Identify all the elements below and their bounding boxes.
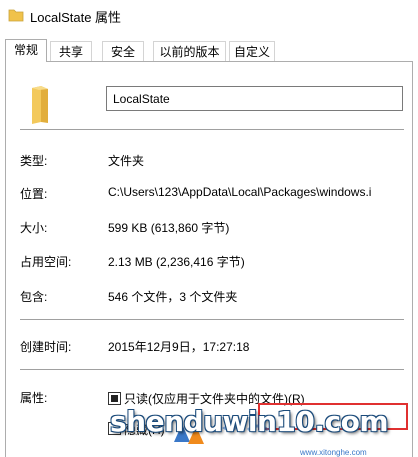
tab-general[interactable]: 常规 bbox=[5, 39, 47, 62]
location-label: 位置: bbox=[20, 187, 48, 201]
watermark-text: shenduwin10.com bbox=[110, 405, 389, 438]
location-value: C:\Users\123\AppData\Local\Packages\wind… bbox=[108, 185, 372, 199]
size-value: 599 KB (613,860 字节) bbox=[108, 221, 230, 235]
tab-previous-versions[interactable]: 以前的版本 bbox=[153, 41, 226, 61]
watermark-subtext: www.xitonghe.com bbox=[300, 448, 367, 457]
folder-icon bbox=[8, 9, 24, 22]
size-on-disk-value: 2.13 MB (2,236,416 字节) bbox=[108, 255, 245, 269]
size-on-disk-label: 占用空间: bbox=[20, 255, 72, 269]
contains-value: 546 个文件，3 个文件夹 bbox=[108, 290, 238, 304]
divider bbox=[20, 319, 404, 320]
contains-label: 包含: bbox=[20, 290, 48, 304]
title-bar[interactable]: LocalState 属性 bbox=[0, 0, 418, 32]
folder-name-input[interactable] bbox=[106, 86, 403, 111]
divider bbox=[20, 129, 404, 130]
created-label: 创建时间: bbox=[20, 340, 72, 354]
readonly-checkbox[interactable] bbox=[108, 392, 121, 405]
divider bbox=[20, 369, 404, 370]
window-title: LocalState 属性 bbox=[30, 10, 122, 25]
attributes-label: 属性: bbox=[20, 391, 48, 405]
created-value: 2015年12月9日，17:27:18 bbox=[108, 340, 250, 354]
tab-sharing[interactable]: 共享 bbox=[50, 41, 92, 61]
tab-customize[interactable]: 自定义 bbox=[229, 41, 275, 61]
type-label: 类型: bbox=[20, 154, 48, 168]
type-value: 文件夹 bbox=[108, 154, 145, 168]
folder-icon bbox=[32, 86, 48, 124]
tab-security[interactable]: 安全 bbox=[102, 41, 144, 61]
size-label: 大小: bbox=[20, 221, 48, 235]
